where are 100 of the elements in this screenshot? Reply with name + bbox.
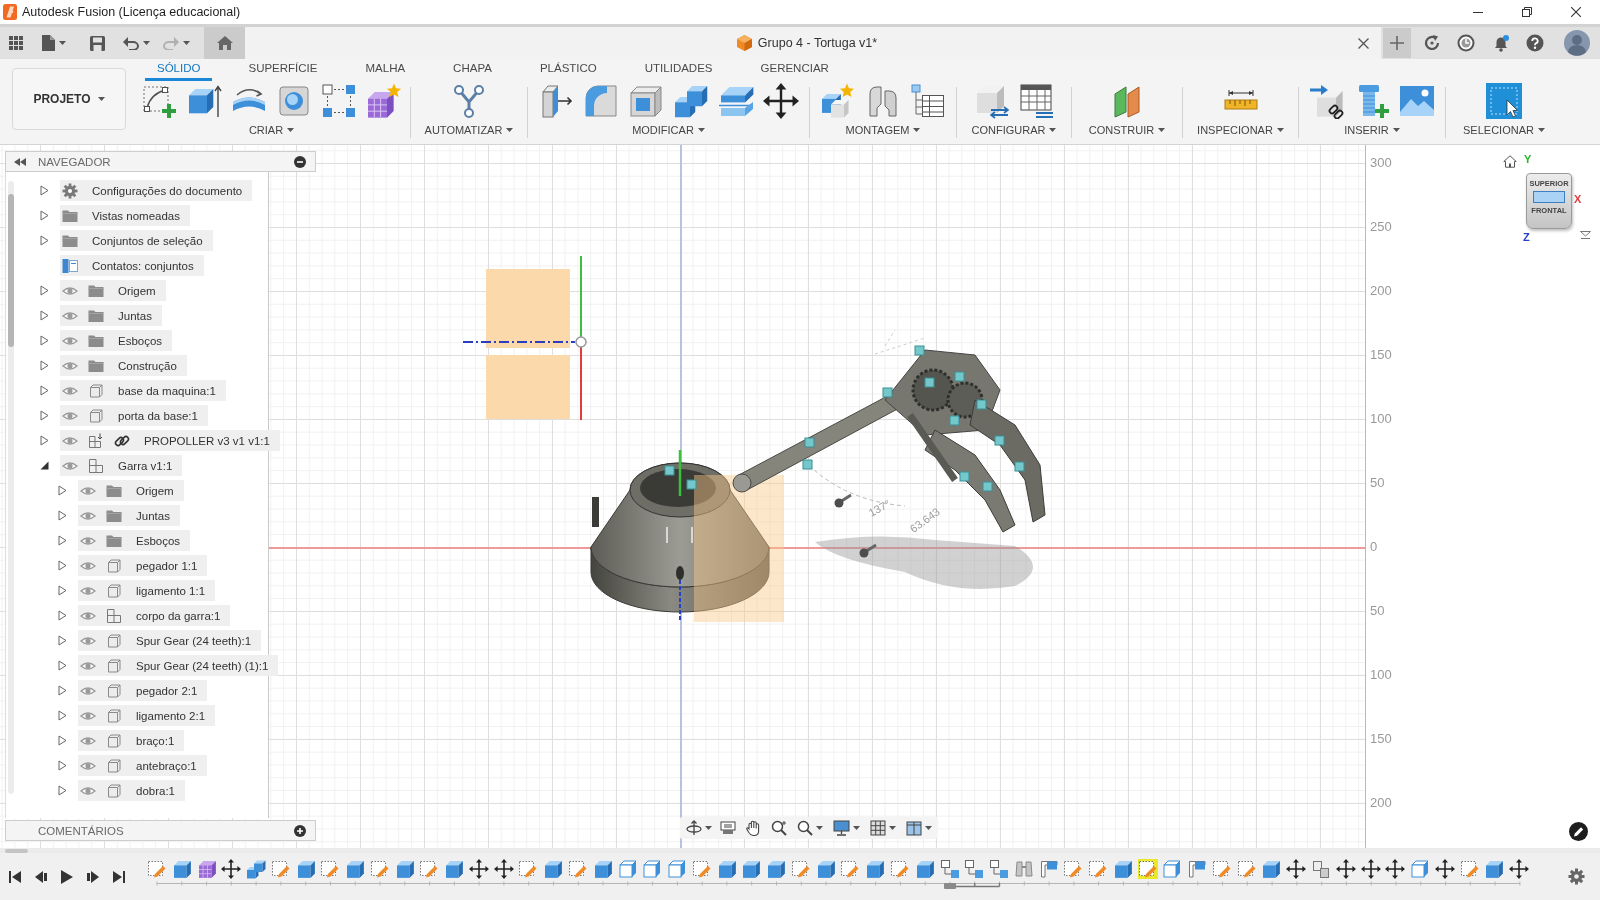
cube-icon[interactable] bbox=[741, 858, 762, 879]
eye-icon[interactable] bbox=[62, 335, 78, 346]
four-way-arrow-icon[interactable] bbox=[1385, 858, 1406, 879]
cube-icon[interactable] bbox=[295, 858, 316, 879]
close-icon[interactable] bbox=[1358, 37, 1369, 49]
sketch-pencil-icon[interactable] bbox=[889, 858, 910, 879]
eye-icon[interactable] bbox=[80, 760, 96, 771]
tree-item[interactable]: braço:1 bbox=[78, 730, 185, 751]
cube-hole-icon[interactable] bbox=[276, 83, 312, 119]
dropdown-triangle-icon[interactable] bbox=[1580, 231, 1591, 240]
hollow-box-icon[interactable] bbox=[628, 83, 664, 119]
sketch-pencil-icon[interactable] bbox=[1211, 858, 1232, 879]
tree-item[interactable]: Construção bbox=[60, 355, 187, 376]
eye-icon[interactable] bbox=[62, 435, 78, 446]
cube-icon[interactable] bbox=[865, 858, 886, 879]
eye-icon[interactable] bbox=[80, 510, 96, 521]
eye-icon[interactable] bbox=[62, 410, 78, 421]
minus-circle-icon[interactable] bbox=[294, 155, 306, 168]
cube-icon[interactable] bbox=[592, 858, 613, 879]
tree-item[interactable]: Esboços bbox=[60, 330, 173, 351]
corner-plane-icon[interactable] bbox=[1187, 858, 1208, 879]
cube-icon[interactable] bbox=[394, 858, 415, 879]
cube-icon[interactable] bbox=[444, 858, 465, 879]
four-way-arrow-icon[interactable] bbox=[468, 858, 489, 879]
sketch-pencil-icon[interactable] bbox=[568, 858, 588, 879]
home-tab[interactable] bbox=[204, 27, 245, 59]
eye-icon[interactable] bbox=[80, 560, 96, 571]
group-menu[interactable]: MODIFICAR bbox=[632, 124, 705, 136]
node-graph-icon[interactable] bbox=[451, 83, 487, 119]
offset-blocks-icon[interactable] bbox=[1311, 858, 1331, 879]
cubes-star-icon[interactable] bbox=[820, 83, 856, 119]
toolbar-tab[interactable]: CHAPA bbox=[441, 59, 504, 81]
grid-cube-icon[interactable] bbox=[196, 858, 217, 879]
tree-item[interactable]: Juntas bbox=[78, 505, 180, 526]
tree-item[interactable]: Vistas nomeadas bbox=[60, 205, 190, 226]
sketch-pencil-icon[interactable] bbox=[1236, 858, 1257, 879]
eye-icon[interactable] bbox=[62, 310, 78, 321]
cube-icon[interactable] bbox=[1484, 858, 1505, 879]
hollow-box-icon[interactable] bbox=[642, 858, 663, 879]
tree-item[interactable]: ligamento 1:1 bbox=[78, 580, 216, 601]
zoom-icon[interactable] bbox=[771, 820, 787, 836]
stacked-cubes-icon[interactable] bbox=[246, 858, 267, 879]
eye-icon[interactable] bbox=[80, 710, 96, 721]
skip-end-icon[interactable] bbox=[113, 870, 125, 883]
file-icon[interactable] bbox=[42, 35, 55, 51]
sketch-pencil-icon[interactable] bbox=[840, 858, 861, 879]
tree-item[interactable]: Juntas bbox=[60, 305, 162, 326]
cube-icon[interactable] bbox=[345, 858, 366, 879]
group-menu[interactable]: SELECIONAR bbox=[1463, 124, 1545, 136]
document-tab[interactable]: Grupo 4 - Tortuga v1* bbox=[245, 27, 1381, 59]
eye-icon[interactable] bbox=[80, 535, 96, 546]
expand-triangle-icon[interactable] bbox=[39, 461, 49, 470]
binocular-shape-icon[interactable] bbox=[1013, 858, 1034, 879]
sketch-pencil-icon[interactable] bbox=[790, 858, 811, 879]
hollow-box-icon[interactable] bbox=[1162, 858, 1183, 879]
joint-link-icon[interactable] bbox=[989, 858, 1010, 879]
tree-item[interactable]: Spur Gear (24 teeth) (1):1 bbox=[78, 655, 279, 676]
grid-cube-star-icon[interactable] bbox=[366, 83, 402, 119]
save-icon[interactable] bbox=[90, 35, 105, 51]
joint-link-icon[interactable] bbox=[964, 858, 985, 879]
step-back-icon[interactable] bbox=[35, 870, 47, 883]
group-menu[interactable]: INSERIR bbox=[1344, 124, 1400, 136]
apps-grid-icon[interactable] bbox=[9, 36, 23, 50]
group-menu[interactable]: CONSTRUIR bbox=[1088, 124, 1166, 136]
hollow-box-icon[interactable] bbox=[617, 858, 638, 879]
cube-face[interactable] bbox=[1533, 191, 1565, 203]
four-way-arrow-icon[interactable] bbox=[493, 858, 514, 879]
tree-item[interactable]: corpo da garra:1 bbox=[78, 605, 231, 626]
toolbar-tab[interactable]: SÓLIDO bbox=[145, 59, 213, 81]
cube-icon[interactable] bbox=[914, 858, 935, 879]
sketch-pencil-icon[interactable] bbox=[270, 858, 291, 879]
monitor-icon[interactable] bbox=[833, 820, 850, 836]
split-view-icon[interactable] bbox=[906, 820, 922, 836]
four-way-arrow-icon[interactable] bbox=[1335, 858, 1356, 879]
new-tab-button[interactable] bbox=[1383, 28, 1411, 58]
sketch-pencil-icon[interactable] bbox=[320, 858, 341, 879]
tree-item[interactable]: dobra:1 bbox=[78, 780, 185, 801]
eye-icon[interactable] bbox=[80, 685, 96, 696]
four-way-arrow-icon[interactable] bbox=[1509, 858, 1530, 879]
tree-item[interactable]: antebraço:1 bbox=[78, 755, 207, 776]
tree-item[interactable]: pegador 2:1 bbox=[78, 680, 208, 701]
cube-icon[interactable] bbox=[171, 858, 192, 879]
image-icon[interactable] bbox=[1399, 83, 1435, 119]
scrollbar-thumb[interactable] bbox=[5, 848, 28, 853]
hollow-box-icon[interactable] bbox=[667, 858, 688, 879]
cube-icon[interactable] bbox=[716, 858, 737, 879]
group-menu[interactable]: CRIAR bbox=[248, 124, 295, 136]
sketch-pencil-icon[interactable] bbox=[147, 858, 167, 879]
tree-item[interactable]: Contatos: conjuntos bbox=[60, 255, 204, 276]
selection-cursor-icon[interactable] bbox=[1486, 83, 1522, 119]
pencil-circle-icon[interactable] bbox=[1569, 822, 1588, 841]
sketch-pencil-icon[interactable] bbox=[369, 858, 390, 879]
tree-item[interactable]: Conjuntos de seleção bbox=[60, 230, 213, 251]
cube-icon[interactable] bbox=[1261, 858, 1282, 879]
corner-plane-icon[interactable] bbox=[1038, 858, 1059, 879]
eye-icon[interactable] bbox=[62, 385, 78, 396]
sketch-pencil-icon[interactable] bbox=[518, 858, 539, 879]
zoom-window-icon[interactable] bbox=[797, 820, 813, 836]
joint-link-icon[interactable] bbox=[939, 858, 960, 879]
plus-circle-icon[interactable] bbox=[294, 824, 306, 837]
